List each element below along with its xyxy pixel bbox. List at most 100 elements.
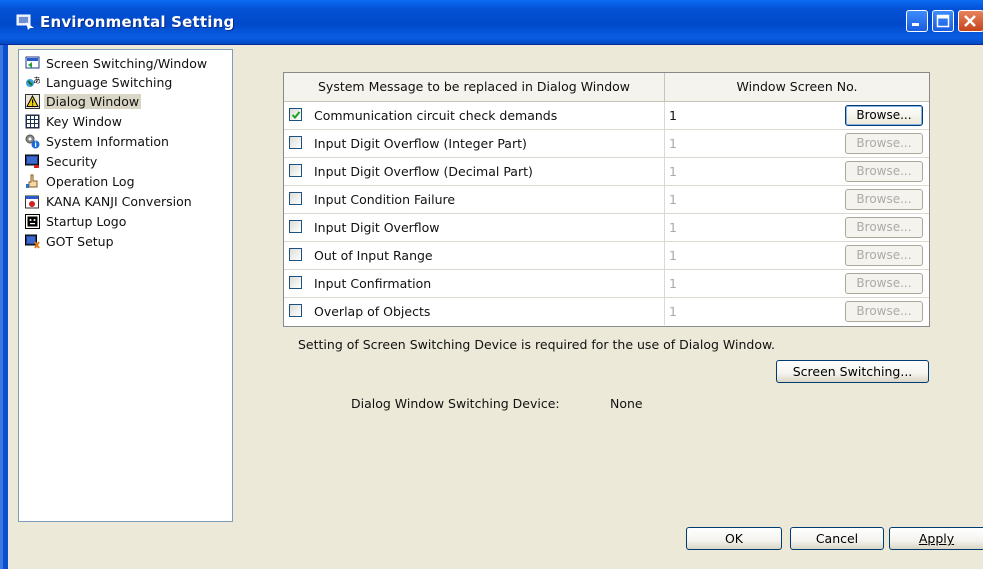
column-separator: [664, 242, 665, 269]
table-row: Input Digit Overflow 1 Browse...: [284, 214, 929, 242]
column-header-screen-no: Window Screen No.: [665, 73, 929, 102]
tree-item-got-setup[interactable]: GOT Setup: [25, 232, 116, 251]
row-message: Input Digit Overflow (Integer Part): [314, 136, 527, 151]
screen-switching-icon: [25, 56, 40, 69]
maximize-icon: [936, 14, 950, 28]
tree-item-dialog-window[interactable]: Dialog Window: [25, 92, 142, 111]
tree-item-label: Operation Log: [46, 174, 135, 189]
browse-button: Browse...: [845, 273, 923, 294]
row-checkbox[interactable]: [289, 304, 302, 317]
window-frame-left-highlight: [0, 45, 3, 569]
app-icon: [16, 14, 34, 30]
table-row: Overlap of Objects 1 Browse...: [284, 298, 929, 325]
row-checkbox[interactable]: [289, 164, 302, 177]
tree-item-label: Language Switching: [46, 75, 173, 90]
warning-icon: [25, 94, 40, 109]
svg-text:あ: あ: [33, 76, 40, 85]
security-icon: [25, 154, 39, 168]
tree-item-label: KANA KANJI Conversion: [46, 194, 192, 209]
row-screen-no: 1: [669, 136, 677, 151]
screen-switching-button[interactable]: Screen Switching...: [776, 360, 929, 383]
title-bar[interactable]: Environmental Setting: [0, 0, 983, 45]
column-separator: [664, 214, 665, 241]
row-message: Out of Input Range: [314, 248, 433, 263]
row-screen-no: 1: [669, 192, 677, 207]
tree-item-security[interactable]: Security: [25, 152, 99, 171]
browse-button: Browse...: [845, 133, 923, 154]
table-row: Input Digit Overflow (Decimal Part) 1 Br…: [284, 158, 929, 186]
row-message: Input Digit Overflow: [314, 220, 440, 235]
tree-item-screen-switching[interactable]: Screen Switching/Window: [25, 54, 209, 73]
operation-log-icon: [26, 174, 38, 188]
table-row: Out of Input Range 1 Browse...: [284, 242, 929, 270]
tree-item-operation-log[interactable]: Operation Log: [25, 172, 137, 191]
tree-item-label: System Information: [46, 134, 169, 149]
cancel-button[interactable]: Cancel: [790, 527, 884, 550]
column-separator: [664, 130, 665, 157]
column-header-message: System Message to be replaced in Dialog …: [284, 73, 665, 102]
row-checkbox[interactable]: [289, 276, 302, 289]
row-message: Overlap of Objects: [314, 304, 431, 319]
got-setup-icon: [25, 234, 40, 249]
environmental-setting-window: Environmental Setting Screen Switching/W…: [0, 0, 983, 569]
row-message: Input Digit Overflow (Decimal Part): [314, 164, 533, 179]
row-screen-no: 1: [669, 304, 677, 319]
tree-item-label: Security: [46, 154, 98, 169]
row-screen-no: 1: [669, 220, 677, 235]
tree-item-label: Key Window: [46, 114, 122, 129]
close-button[interactable]: [958, 10, 983, 32]
tree-item-label: Startup Logo: [46, 214, 127, 229]
row-screen-no: 1: [669, 276, 677, 291]
table-row: Input Digit Overflow (Integer Part) 1 Br…: [284, 130, 929, 158]
language-icon: あ: [26, 76, 40, 87]
tree-item-language-switching[interactable]: あ Language Switching: [25, 73, 174, 92]
minimize-button[interactable]: [906, 10, 928, 32]
column-separator: [664, 270, 665, 297]
row-checkbox[interactable]: [289, 136, 302, 149]
tree-item-startup-logo[interactable]: Startup Logo: [25, 212, 128, 231]
device-label: Dialog Window Switching Device:: [351, 396, 560, 411]
minimize-icon: [912, 23, 919, 26]
settings-tree[interactable]: Screen Switching/Window あ Language Switch…: [18, 49, 233, 522]
table-row: Communication circuit check demands 1 Br…: [284, 102, 929, 130]
row-screen-no[interactable]: 1: [669, 102, 677, 129]
maximize-button[interactable]: [932, 10, 954, 32]
tree-item-label: Screen Switching/Window: [46, 56, 208, 71]
keypad-icon: [25, 114, 40, 129]
browse-button: Browse...: [845, 217, 923, 238]
table-row: Input Condition Failure 1 Browse...: [284, 186, 929, 214]
dialog-window-notice: Setting of Screen Switching Device is re…: [298, 337, 776, 352]
row-screen-no: 1: [669, 164, 677, 179]
column-separator: [664, 102, 665, 129]
apply-label: Apply: [918, 531, 955, 546]
close-icon: [964, 15, 976, 27]
row-checkbox[interactable]: [289, 192, 302, 205]
ok-button[interactable]: OK: [686, 527, 782, 550]
checkmark-icon: [291, 111, 301, 119]
column-separator: [664, 186, 665, 213]
startup-logo-icon: [25, 214, 40, 229]
tree-item-system-information[interactable]: System Information: [25, 132, 171, 151]
browse-button: Browse...: [845, 161, 923, 182]
column-separator: [664, 158, 665, 185]
table-row: Input Confirmation 1 Browse...: [284, 270, 929, 298]
row-checkbox[interactable]: [289, 220, 302, 233]
apply-button[interactable]: Apply: [889, 527, 983, 550]
row-message: Communication circuit check demands: [314, 108, 558, 123]
row-checkbox[interactable]: [289, 108, 302, 121]
tree-item-label: GOT Setup: [46, 234, 114, 249]
browse-button: Browse...: [845, 301, 923, 322]
tree-item-kana-kanji[interactable]: KANA KANJI Conversion: [25, 192, 194, 211]
column-separator: [664, 298, 665, 325]
window-title: Environmental Setting: [40, 13, 235, 31]
row-message: Input Condition Failure: [314, 192, 456, 207]
browse-button[interactable]: Browse...: [845, 105, 923, 126]
gears-info-icon: [25, 134, 40, 149]
tree-item-key-window[interactable]: Key Window: [25, 112, 124, 131]
browse-button: Browse...: [845, 189, 923, 210]
row-message: Input Confirmation: [314, 276, 432, 291]
row-checkbox[interactable]: [289, 248, 302, 261]
kana-kanji-icon: [25, 195, 39, 209]
dialog-message-table: System Message to be replaced in Dialog …: [283, 72, 930, 327]
device-value: None: [610, 396, 643, 411]
